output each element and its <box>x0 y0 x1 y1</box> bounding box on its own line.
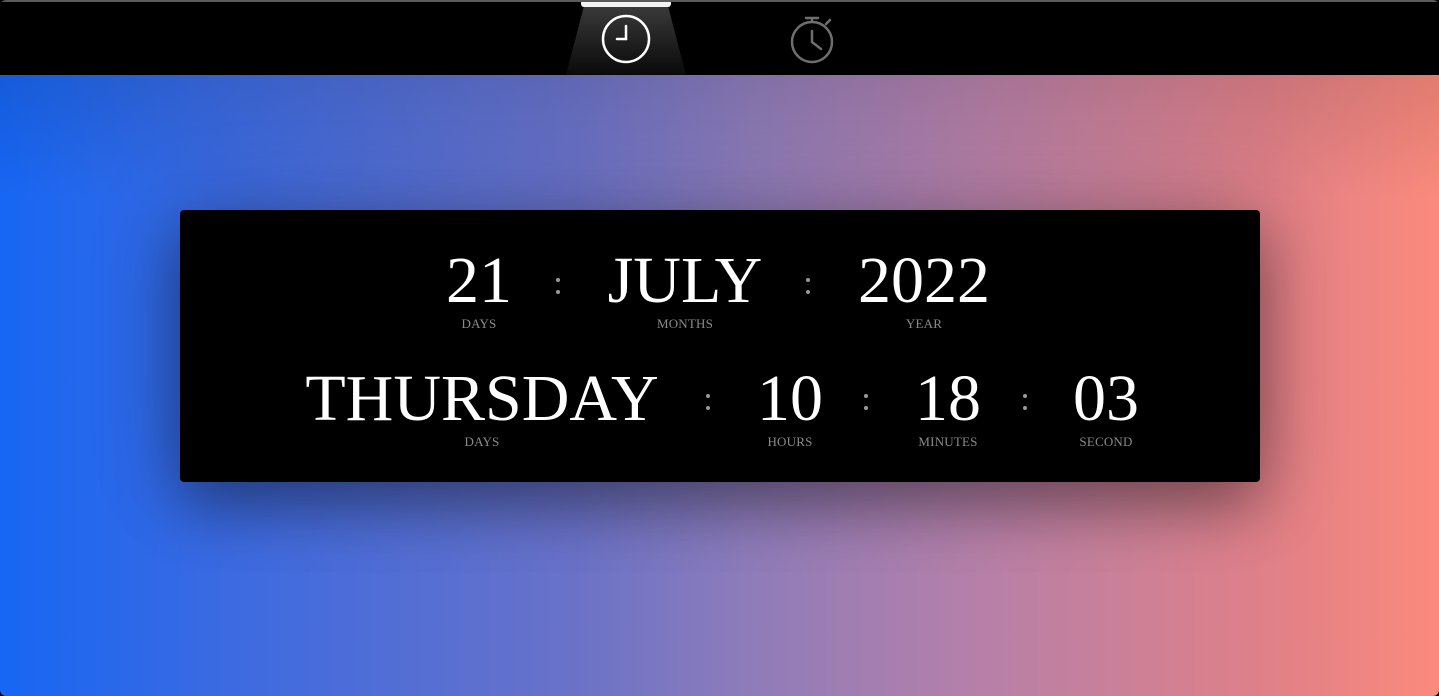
active-tab-indicator <box>581 2 671 7</box>
seconds-unit: 03 SECOND <box>1061 366 1151 449</box>
year-unit: 2022 YEAR <box>844 248 1004 331</box>
clock-card: 21 DAYS JULY MONTHS 2022 YEAR THURSDAY D… <box>180 210 1260 482</box>
separator <box>864 394 868 414</box>
month-value: JULY <box>607 244 763 317</box>
month-unit: JULY MONTHS <box>590 248 780 331</box>
tab-clock[interactable] <box>566 2 686 75</box>
hours-value: 10 <box>757 362 823 435</box>
weekday-unit: THURSDAY DAYS <box>292 366 672 449</box>
year-value: 2022 <box>858 244 990 317</box>
separator <box>556 278 560 298</box>
minutes-label: MINUTES <box>918 434 978 449</box>
separator <box>706 394 710 414</box>
year-label: YEAR <box>905 316 943 331</box>
minutes-unit: 18 MINUTES <box>903 366 993 449</box>
month-label: MONTHS <box>656 316 714 331</box>
minutes-value: 18 <box>915 362 981 435</box>
hours-unit: 10 HOURS <box>745 366 835 449</box>
top-nav-bar <box>0 0 1439 75</box>
hours-label: HOURS <box>767 434 813 449</box>
separator <box>806 278 810 298</box>
day-label: DAYS <box>461 316 497 331</box>
weekday-value: THURSDAY <box>305 362 659 435</box>
separator <box>1023 394 1027 414</box>
tab-stopwatch[interactable] <box>752 2 872 75</box>
seconds-label: SECOND <box>1079 434 1133 449</box>
weekday-label: DAYS <box>464 434 500 449</box>
app-window: 21 DAYS JULY MONTHS 2022 YEAR THURSDAY D… <box>0 0 1439 696</box>
stopwatch-icon <box>790 16 834 63</box>
day-value: 21 <box>446 244 512 317</box>
day-unit: 21 DAYS <box>434 248 524 331</box>
seconds-value: 03 <box>1073 362 1139 435</box>
clock-icon <box>601 14 651 63</box>
